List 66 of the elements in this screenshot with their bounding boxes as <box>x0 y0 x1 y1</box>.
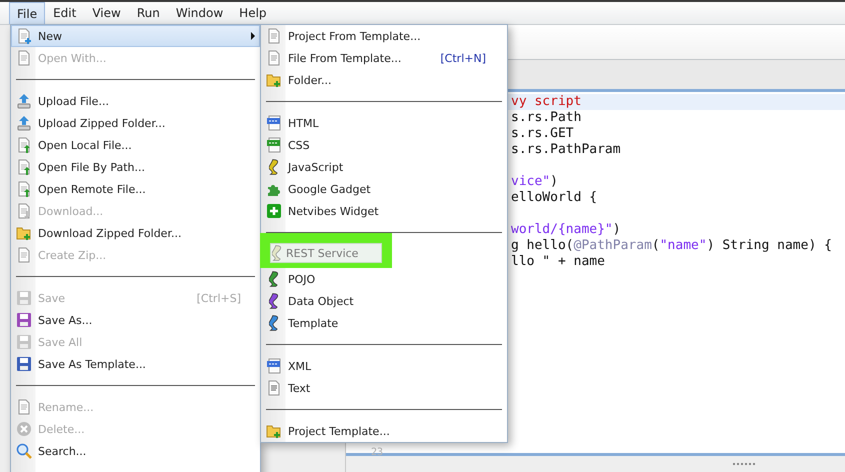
html-icon <box>266 115 282 131</box>
menu-item[interactable]: JavaScript <box>261 156 507 178</box>
folder-icon <box>266 423 282 439</box>
folder-icon <box>16 225 32 241</box>
document-arrow-icon <box>16 181 32 197</box>
script-icon <box>268 293 280 309</box>
menu-item[interactable]: New <box>11 25 260 47</box>
save-icon <box>16 356 32 372</box>
document-arrow-icon <box>16 137 32 153</box>
menu-item[interactable]: Data Object <box>261 290 507 312</box>
menu-item[interactable]: Project Template... <box>261 420 507 442</box>
save-icon <box>16 312 32 328</box>
menu-item[interactable]: Search... <box>11 440 260 462</box>
menu-bar-item[interactable]: File <box>9 2 46 24</box>
code-line: s.rs.GET <box>510 126 575 142</box>
menu-item[interactable]: Download Zipped Folder... <box>11 222 260 244</box>
menu-bar-item[interactable]: Window <box>168 2 232 24</box>
archive-icon <box>16 247 32 263</box>
upload-icon <box>16 115 32 131</box>
menu-item[interactable]: Template <box>261 312 507 334</box>
menu-item[interactable]: File From Template... [Ctrl+N] <box>261 47 507 69</box>
menu-bar-item[interactable]: Edit <box>45 2 84 24</box>
menu-item[interactable]: Netvibes Widget <box>261 200 507 222</box>
search-icon <box>16 443 32 459</box>
menu-item[interactable]: REST Service <box>260 233 392 268</box>
code-line: s.rs.Path <box>510 110 582 126</box>
menu-bar-item[interactable]: Help <box>231 2 275 24</box>
save-icon <box>16 290 32 306</box>
document-arrow-icon <box>16 203 32 219</box>
menu-item[interactable]: Upload File... <box>11 90 260 112</box>
text-file-icon <box>266 380 282 396</box>
script-icon <box>268 159 280 175</box>
document-icon <box>266 28 282 44</box>
menu-item[interactable]: HTML <box>261 112 507 134</box>
delete-icon <box>16 421 32 437</box>
menu-bar-item[interactable]: View <box>84 2 129 24</box>
menu-item[interactable]: Text <box>261 377 507 399</box>
menu-bar-item[interactable]: Run <box>128 2 168 24</box>
menu-item[interactable]: POJO <box>261 268 507 290</box>
document-icon <box>266 50 282 66</box>
document-icon <box>16 399 32 415</box>
new-file-icon <box>16 28 32 44</box>
code-line: llo " + name <box>510 254 606 270</box>
menu-item[interactable]: Open Remote File... <box>11 178 260 200</box>
menu-item[interactable]: XML <box>261 355 507 377</box>
menu-item[interactable]: Upload Zipped Folder... <box>11 112 260 134</box>
document-arrow-icon <box>16 159 32 175</box>
plus-icon <box>266 203 282 219</box>
menu-item[interactable]: Open File By Path... <box>11 156 260 178</box>
code-line: world/{name}") <box>510 222 622 238</box>
menu-item[interactable]: Project From Template... <box>261 25 507 47</box>
splitter-grip-icon[interactable] <box>733 462 755 466</box>
menu-item[interactable]: CSS <box>261 134 507 156</box>
menu-item[interactable]: Google Gadget <box>261 178 507 200</box>
code-line: s.rs.PathParam <box>510 142 622 158</box>
script-icon <box>268 315 280 331</box>
save-icon <box>16 334 32 350</box>
xml-icon <box>266 358 282 374</box>
menu-item[interactable]: Save As Template... <box>11 353 260 375</box>
upload-icon <box>16 93 32 109</box>
css-icon <box>266 137 282 153</box>
menu-item[interactable]: Open Local File... <box>11 134 260 156</box>
folder-icon <box>266 72 282 88</box>
menu-item[interactable]: Save As... <box>11 309 260 331</box>
menu-item[interactable]: Folder... <box>261 69 507 91</box>
document-icon <box>16 50 32 66</box>
